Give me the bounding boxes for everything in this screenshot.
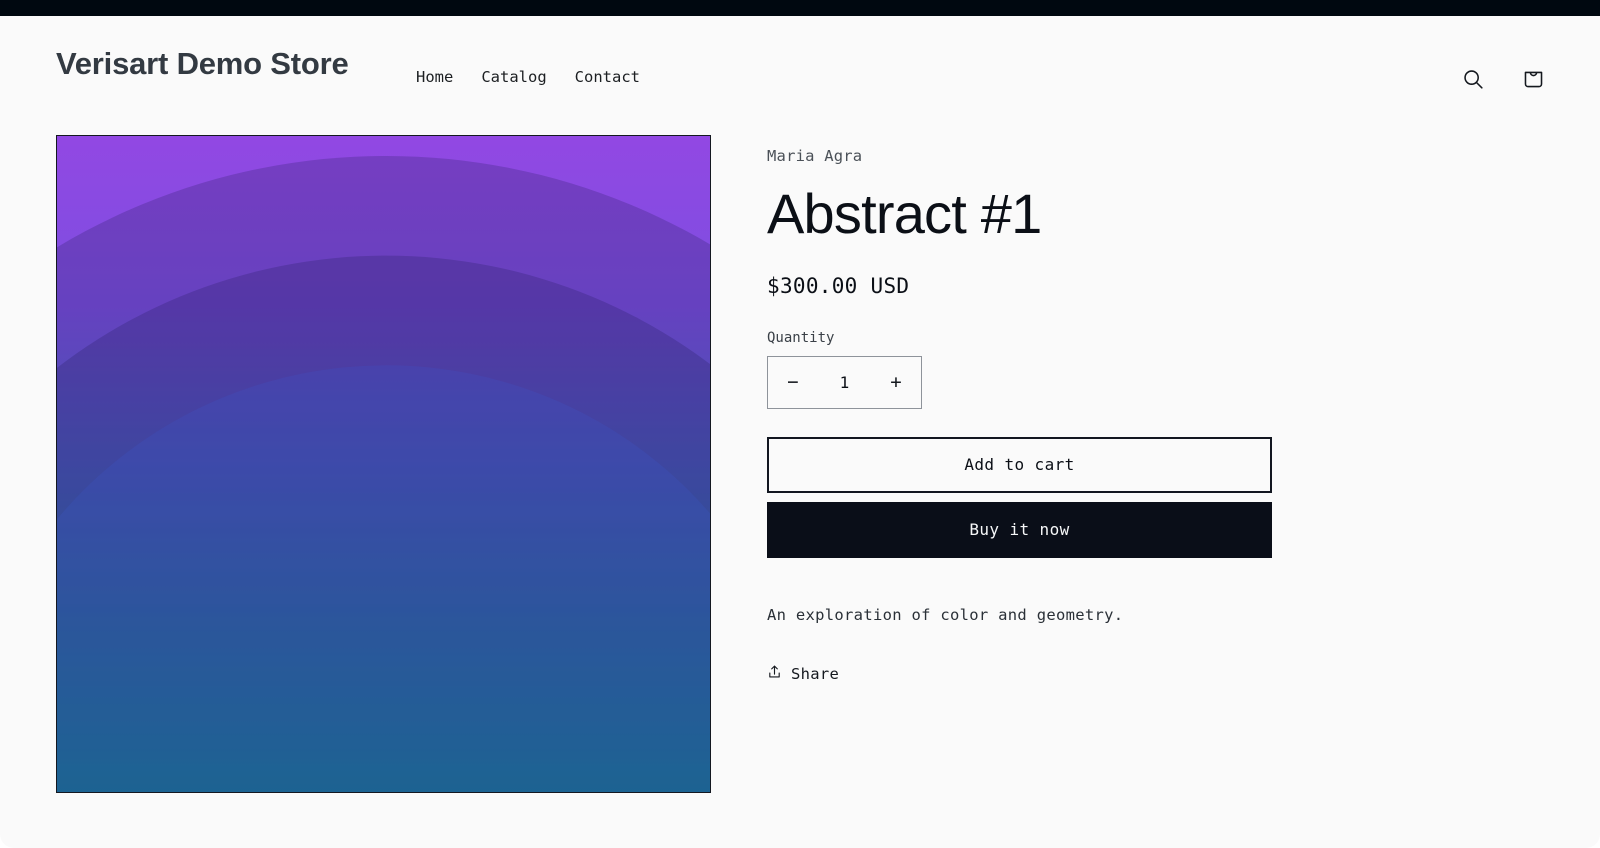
cart-icon — [1521, 67, 1546, 95]
artwork-abstract-1 — [57, 136, 710, 792]
nav-item-home[interactable]: Home — [416, 68, 453, 86]
cart-button[interactable] — [1514, 62, 1552, 100]
share-icon — [767, 664, 782, 684]
product-title: Abstract #1 — [767, 182, 1042, 245]
main-navigation: Home Catalog Contact — [416, 68, 640, 86]
search-icon — [1461, 67, 1486, 95]
product-description: An exploration of color and geometry. — [767, 605, 1124, 624]
add-to-cart-button[interactable]: Add to cart — [767, 436, 1272, 493]
browser-chrome-bar — [0, 0, 1600, 16]
quantity-input[interactable] — [818, 372, 871, 392]
quantity-increase-button[interactable]: + — [871, 357, 921, 408]
buy-it-now-button[interactable]: Buy it now — [767, 501, 1272, 558]
header-actions — [1454, 62, 1552, 100]
quantity-label: Quantity — [767, 329, 835, 346]
quantity-stepper[interactable]: − + — [767, 355, 922, 409]
site-logo[interactable]: Verisart Demo Store — [56, 46, 349, 82]
share-button[interactable]: Share — [767, 664, 839, 684]
product-media-column — [56, 135, 711, 793]
product-vendor: Maria Agra — [767, 147, 863, 165]
product-info-column: Maria Agra Abstract #1 $300.00 USD Quant… — [767, 135, 1387, 684]
quantity-decrease-button[interactable]: − — [768, 357, 818, 408]
search-button[interactable] — [1454, 62, 1492, 100]
page-root: Verisart Demo Store Home Catalog Contact — [0, 16, 1600, 848]
product-price: $300.00 USD — [767, 273, 910, 298]
nav-item-catalog[interactable]: Catalog — [481, 68, 546, 86]
product-image[interactable] — [56, 135, 711, 793]
nav-item-contact[interactable]: Contact — [575, 68, 640, 86]
site-header: Verisart Demo Store Home Catalog Contact — [0, 16, 1600, 114]
share-label: Share — [791, 665, 840, 684]
